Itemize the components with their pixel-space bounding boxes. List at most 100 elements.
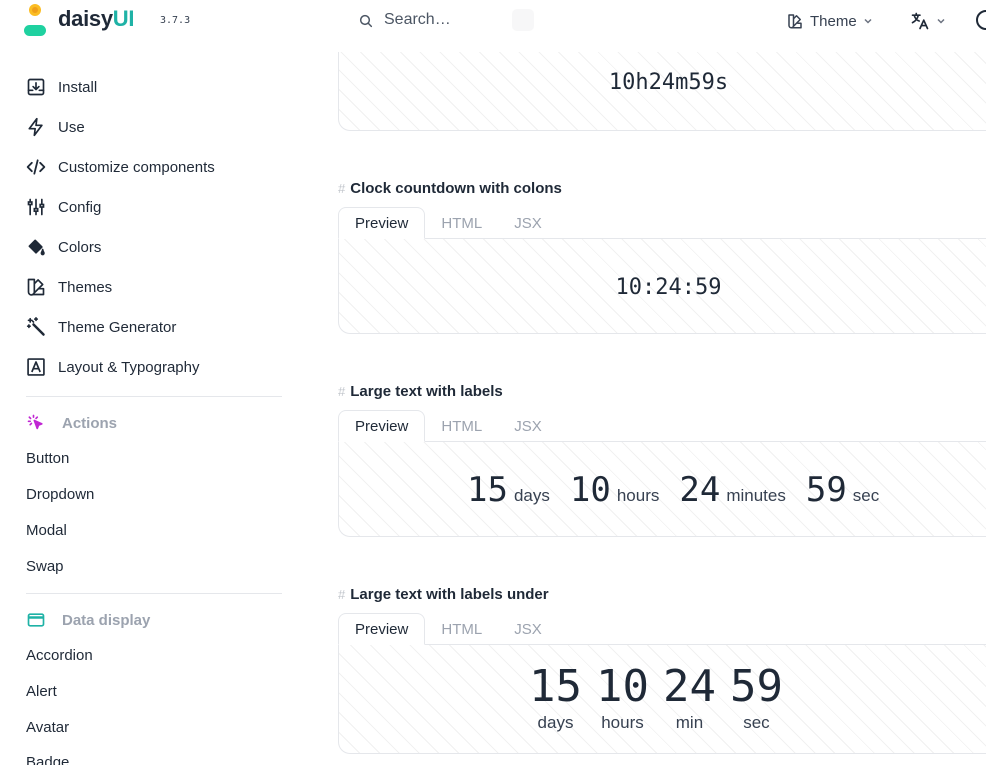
unit-label: sec bbox=[743, 713, 770, 732]
preview-pane-labels: 15 days 10 hours 24 minutes 59 sec bbox=[338, 441, 986, 537]
sidebar-item-alert[interactable]: Alert bbox=[26, 683, 57, 700]
sidebar-item-label: Theme Generator bbox=[58, 318, 177, 336]
sidebar-item-label: Config bbox=[58, 198, 102, 216]
countdown-days: 15 bbox=[467, 470, 508, 510]
brand-name[interactable]: daisyUI bbox=[58, 6, 134, 32]
preview-pane-countdown: 10h24m59s bbox=[338, 52, 986, 131]
sidebar-divider bbox=[26, 593, 282, 594]
countdown-days: 15 bbox=[529, 661, 582, 712]
sidebar-item-label: Use bbox=[58, 118, 85, 136]
install-icon bbox=[26, 77, 46, 97]
tab-preview[interactable]: Preview bbox=[338, 410, 426, 442]
translate-icon bbox=[911, 12, 929, 30]
sidebar-item-layout-typography[interactable]: Layout & Typography bbox=[26, 354, 200, 380]
cursor-click-icon bbox=[27, 414, 43, 430]
paint-bucket-icon bbox=[26, 237, 46, 257]
window-icon bbox=[27, 613, 45, 627]
sidebar-section-actions: Actions bbox=[26, 411, 117, 435]
search-icon bbox=[359, 14, 373, 28]
search-input[interactable]: Search… bbox=[348, 4, 548, 36]
countdown-unit: 59 sec bbox=[730, 665, 783, 733]
countdown-value: 10h24m59s bbox=[608, 70, 729, 95]
example-tabs: Preview HTML JSX bbox=[338, 207, 558, 239]
countdown-unit: 24 min bbox=[663, 665, 716, 733]
anchor-hash[interactable]: # bbox=[338, 181, 345, 196]
sidebar-item-label: Install bbox=[58, 78, 98, 96]
top-navbar: daisyUI 3.7.3 Search… Theme bbox=[0, 0, 986, 44]
search-shortcut-key bbox=[512, 9, 534, 31]
tab-html[interactable]: HTML bbox=[425, 613, 498, 645]
countdown-hours: 10 bbox=[595, 661, 649, 712]
sidebar-item-label: Layout & Typography bbox=[58, 358, 200, 376]
preview-pane-labels-under: 15 days 10 hours 24 min 59 sec bbox=[338, 644, 986, 754]
sidebar-item-label: Colors bbox=[58, 238, 102, 256]
language-dropdown[interactable] bbox=[910, 8, 946, 34]
sliders-icon bbox=[26, 197, 46, 217]
github-icon[interactable] bbox=[976, 10, 986, 30]
sidebar-section-title: Actions bbox=[62, 414, 118, 432]
countdown-value: 10:24:59 bbox=[615, 275, 722, 300]
anchor-hash[interactable]: # bbox=[338, 587, 345, 602]
code-icon bbox=[26, 157, 46, 177]
sidebar-item-install[interactable]: Install bbox=[26, 74, 97, 100]
sidebar-item-theme-generator[interactable]: Theme Generator bbox=[26, 314, 176, 340]
sidebar-item-customize-components[interactable]: Customize components bbox=[26, 154, 215, 180]
sidebar-section-title: Data display bbox=[62, 611, 151, 629]
countdown-unit: 15 days bbox=[529, 665, 582, 733]
countdown-hours: 10 bbox=[569, 470, 611, 510]
tab-preview[interactable]: Preview bbox=[338, 613, 426, 645]
sidebar-item-accordion[interactable]: Accordion bbox=[26, 647, 93, 664]
example-heading: # Large text with labels under bbox=[338, 586, 549, 603]
swatch-icon bbox=[26, 277, 46, 297]
swatch-icon bbox=[788, 14, 802, 29]
version-label[interactable]: 3.7.3 bbox=[160, 15, 190, 26]
example-tabs: Preview HTML JSX bbox=[338, 613, 558, 645]
tab-preview[interactable]: Preview bbox=[338, 207, 426, 239]
example-heading: # Clock countdown with colons bbox=[338, 180, 562, 197]
sidebar-item-avatar[interactable]: Avatar bbox=[26, 719, 69, 736]
typography-icon bbox=[26, 357, 46, 377]
countdown-minutes: 24 bbox=[679, 470, 721, 510]
sidebar-item-colors[interactable]: Colors bbox=[26, 234, 101, 260]
sidebar-item-config[interactable]: Config bbox=[26, 194, 101, 220]
countdown-seconds: 59 bbox=[729, 661, 783, 712]
sidebar-item-dropdown[interactable]: Dropdown bbox=[26, 486, 94, 503]
anchor-hash[interactable]: # bbox=[338, 384, 345, 399]
sidebar-item-themes[interactable]: Themes bbox=[26, 274, 112, 300]
theme-dropdown-label: Theme bbox=[810, 12, 857, 30]
magic-wand-icon bbox=[26, 317, 46, 337]
bolt-icon bbox=[26, 117, 46, 137]
unit-label: hours bbox=[601, 713, 644, 732]
countdown-unit: 10 hours bbox=[596, 665, 649, 733]
countdown-with-labels: 15 days 10 hours 24 minutes 59 sec bbox=[467, 470, 899, 510]
countdown-minutes: 24 bbox=[662, 661, 716, 712]
chevron-down-icon bbox=[864, 18, 872, 24]
sidebar-item-swap[interactable]: Swap bbox=[26, 558, 64, 575]
tab-jsx[interactable]: JSX bbox=[498, 613, 558, 645]
unit-label: days bbox=[537, 713, 574, 732]
chevron-down-icon bbox=[937, 18, 945, 24]
theme-dropdown[interactable]: Theme bbox=[786, 8, 873, 34]
sidebar-item-label: Themes bbox=[58, 278, 113, 296]
tab-jsx[interactable]: JSX bbox=[498, 410, 558, 442]
example-heading: # Large text with labels bbox=[338, 383, 503, 400]
example-tabs: Preview HTML JSX bbox=[338, 410, 558, 442]
sidebar-section-data-display: Data display bbox=[26, 608, 150, 632]
countdown-seconds: 59 bbox=[805, 470, 847, 510]
main-content: 10h24m59s # Clock countdown with colons P… bbox=[300, 44, 986, 765]
sidebar-item-button[interactable]: Button bbox=[26, 450, 69, 467]
sidebar-item-label: Customize components bbox=[58, 158, 215, 176]
tab-jsx[interactable]: JSX bbox=[498, 207, 558, 239]
daisyui-logo-icon[interactable] bbox=[24, 4, 46, 36]
sidebar-divider bbox=[26, 396, 282, 397]
unit-label: days bbox=[513, 486, 550, 505]
search-placeholder: Search… bbox=[384, 11, 451, 28]
sidebar: Install Use Customize components Config … bbox=[0, 44, 300, 765]
unit-label: minutes bbox=[726, 486, 786, 505]
sidebar-item-use[interactable]: Use bbox=[26, 114, 85, 140]
sidebar-item-badge[interactable]: Badge bbox=[26, 754, 69, 765]
tab-html[interactable]: HTML bbox=[425, 207, 498, 239]
tab-html[interactable]: HTML bbox=[425, 410, 498, 442]
unit-label: min bbox=[675, 713, 704, 732]
sidebar-item-modal[interactable]: Modal bbox=[26, 522, 67, 539]
